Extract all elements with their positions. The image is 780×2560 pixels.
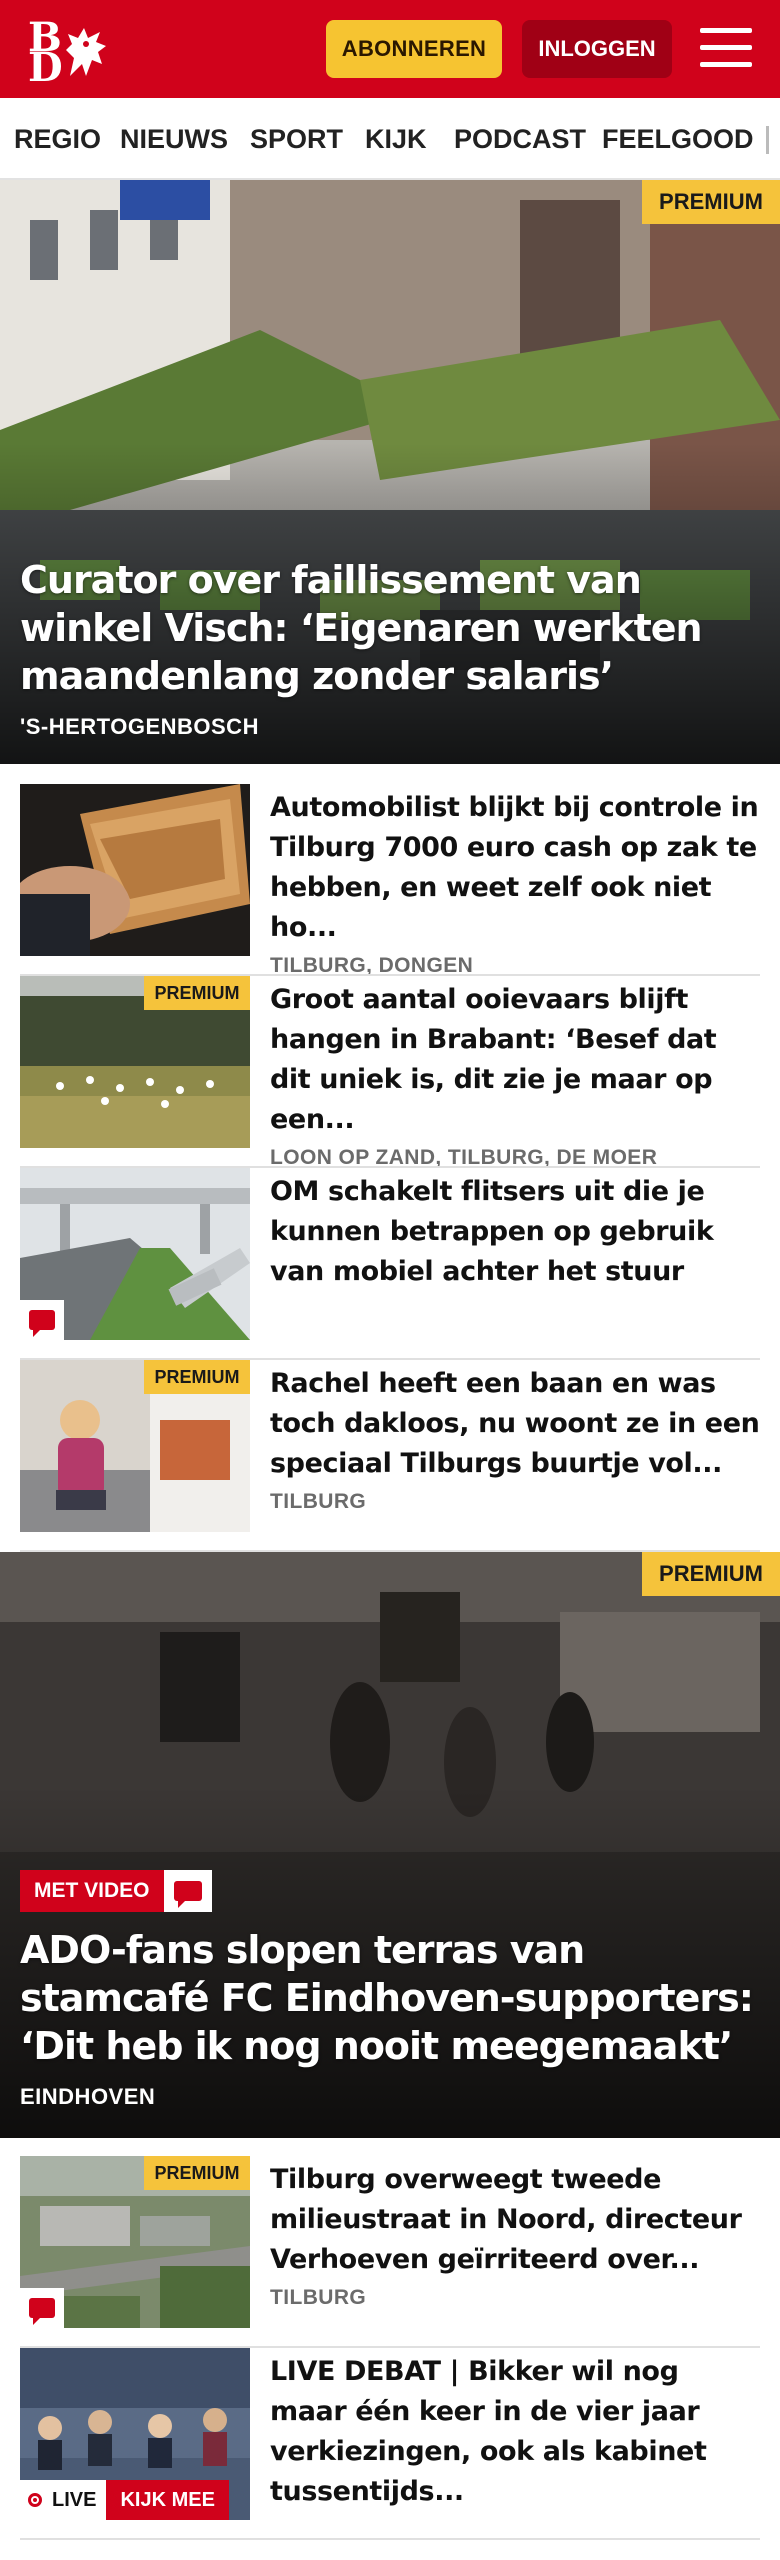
hero-location: 'S-HERTOGENBOSCH [20, 714, 259, 739]
list-item-title[interactable]: Automobilist blijkt bij controle in Tilb… [270, 788, 762, 948]
list-item-location: TILBURG [270, 2286, 367, 2309]
list-item[interactable]: PREMIUM Tilburg overweegt tweede milieus… [20, 2156, 760, 2348]
premium-badge: PREMIUM [144, 1360, 250, 1394]
nav-overflow-indicator [766, 126, 769, 154]
hero-title[interactable]: Curator over faillissement van winkel Vi… [20, 556, 760, 700]
watch-live-button[interactable]: KIJK MEE [106, 2480, 229, 2520]
nav-item-podcast[interactable]: PODCAST [454, 124, 586, 155]
nav-item-feelgood[interactable]: FEELGOOD [602, 124, 754, 155]
comments-icon[interactable] [163, 1870, 212, 1912]
list-item-text: Tilburg overweegt tweede milieustraat in… [270, 2160, 762, 2310]
thumb-cash [20, 784, 250, 956]
hero-location: EINDHOVEN [20, 2084, 156, 2109]
list-item-text: LIVE DEBAT | Bikker wil nog maar één kee… [270, 2352, 762, 2512]
premium-badge: PREMIUM [144, 976, 250, 1010]
comments-icon[interactable] [20, 2288, 64, 2328]
site-header: B D ABONNEREN INLOGGEN [0, 0, 780, 98]
video-tag-label: MET VIDEO [20, 1870, 164, 1912]
hero-article-ado-fans[interactable]: PREMIUM MET VIDEO ADO-fans slopen terras… [0, 1552, 780, 2138]
list-item[interactable]: LIVE KIJK MEE LIVE DEBAT | Bikker wil no… [20, 2348, 760, 2540]
list-item[interactable]: Automobilist blijkt bij controle in Tilb… [20, 784, 762, 978]
divider [20, 2538, 760, 2540]
list-item-title[interactable]: Groot aantal ooievaars blijft hangen in … [270, 980, 762, 1140]
lion-emblem-icon [66, 28, 106, 76]
list-item-title[interactable]: Tilburg overweegt tweede milieustraat in… [270, 2160, 762, 2280]
nav-item-regio[interactable]: REGIO [14, 124, 101, 155]
video-tag: MET VIDEO [20, 1870, 212, 1912]
live-dot-icon [28, 2493, 42, 2507]
menu-icon[interactable] [700, 24, 752, 72]
thumb-parliament-debate: LIVE KIJK MEE [20, 2348, 250, 2520]
comments-icon[interactable] [20, 1300, 64, 1340]
hero-title[interactable]: ADO-fans slopen terras van stamcafé FC E… [20, 1926, 760, 2070]
list-item-text: Groot aantal ooievaars blijft hangen in … [270, 980, 762, 1170]
nav-item-sport[interactable]: SPORT [250, 124, 343, 155]
premium-badge: PREMIUM [642, 1552, 780, 1596]
list-item[interactable]: PREMIUM Groot aantal ooievaars blijft ha… [20, 976, 762, 1170]
live-label: LIVE [52, 2488, 97, 2511]
login-button[interactable]: INLOGGEN [522, 20, 672, 78]
list-item-title[interactable]: Rachel heeft een baan en was toch dakloo… [270, 1364, 762, 1484]
list-item-text: Automobilist blijkt bij controle in Tilb… [270, 788, 762, 978]
section-nav: REGIO NIEUWS SPORT KIJK PODCAST FEELGOOD [0, 98, 780, 180]
hero-caption: Curator over faillissement van winkel Vi… [20, 556, 760, 740]
hero-caption: MET VIDEO ADO-fans slopen terras van sta… [20, 1870, 760, 2110]
list-item-location: TILBURG [270, 1490, 367, 1513]
premium-badge: PREMIUM [144, 2156, 250, 2190]
bd-logo[interactable]: B D [26, 18, 114, 88]
live-indicator: LIVE [20, 2480, 107, 2520]
list-item-title[interactable]: OM schakelt flitsers uit die je kunnen b… [270, 1172, 762, 1292]
premium-badge: PREMIUM [642, 180, 780, 224]
subscribe-button[interactable]: ABONNEREN [326, 20, 502, 78]
list-item[interactable]: PREMIUM Rachel heeft een baan en was toc… [20, 1360, 760, 1552]
nav-item-nieuws[interactable]: NIEUWS [120, 124, 228, 155]
list-item[interactable]: OM schakelt flitsers uit die je kunnen b… [20, 1168, 760, 1360]
thumb-speed-camera [20, 1168, 250, 1340]
hero-article-visch[interactable]: PREMIUM Curator over faillissement van w… [0, 180, 780, 764]
live-bar: LIVE KIJK MEE [20, 2480, 229, 2520]
nav-item-kijk[interactable]: KIJK [365, 124, 427, 155]
list-item-title[interactable]: LIVE DEBAT | Bikker wil nog maar één kee… [270, 2352, 762, 2512]
list-item-text: Rachel heeft een baan en was toch dakloo… [270, 1364, 762, 1514]
list-item-text: OM schakelt flitsers uit die je kunnen b… [270, 1172, 762, 1292]
